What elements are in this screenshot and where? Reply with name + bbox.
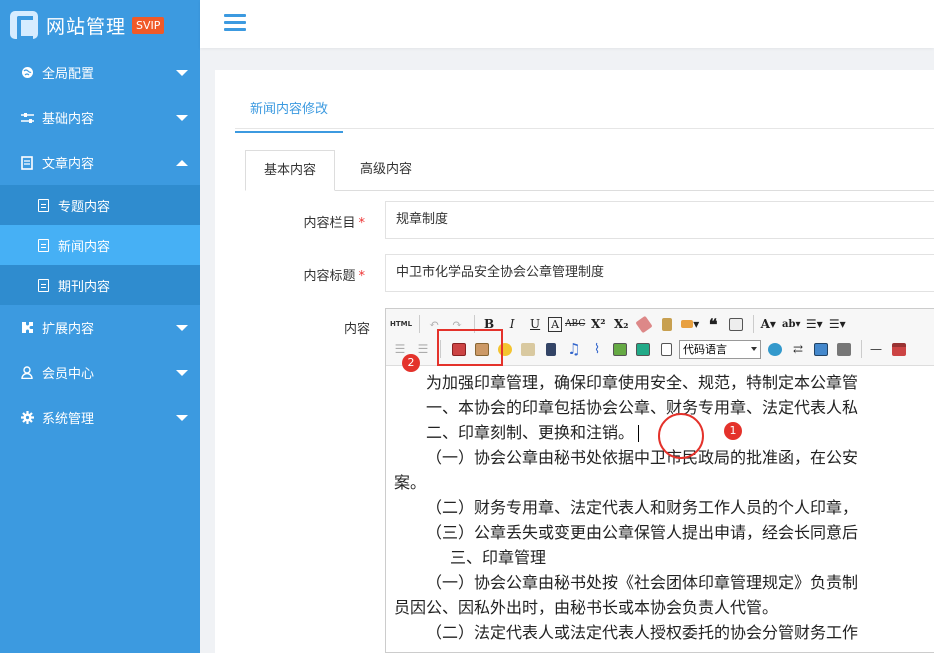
document-icon xyxy=(20,155,34,170)
file-icon xyxy=(38,278,49,292)
caret-down-icon xyxy=(176,325,188,331)
sidebar-subitem-label: 专题内容 xyxy=(58,199,111,215)
title-label: 内容标题 * xyxy=(303,269,365,284)
svip-badge: SVIP xyxy=(132,16,165,34)
sidebar-subitem-journal[interactable]: 期刊内容 xyxy=(0,265,200,305)
map-icon[interactable] xyxy=(610,339,630,359)
caret-down-icon xyxy=(176,115,188,121)
sidebar-item-label: 会员中心 xyxy=(42,367,95,382)
insert-code-icon[interactable] xyxy=(656,339,676,359)
tab-divider xyxy=(235,128,934,129)
sidebar-item-label: 系统管理 xyxy=(42,412,95,427)
underline-icon[interactable]: U xyxy=(525,314,545,334)
annotation-highlight-circle xyxy=(658,413,704,459)
sidebar-item-extension-content[interactable]: 扩展内容 xyxy=(0,305,200,350)
content-line: 为加强印章管理，确保印章使用安全、规范，特制定本公章管 xyxy=(426,373,859,392)
content-line: 员因公、因私外出时，由秘书长或本协会负责人代管。 xyxy=(394,598,779,617)
paste-text-icon[interactable] xyxy=(726,314,746,334)
frame-icon[interactable] xyxy=(633,339,653,359)
unordered-list-icon[interactable]: ☰▾ xyxy=(827,314,847,334)
date-icon[interactable] xyxy=(889,339,909,359)
brand-title: 网站管理 xyxy=(46,15,127,38)
strikethrough-icon[interactable]: ABC xyxy=(565,314,585,334)
sidebar: 网站管理 SVIP 全局配置 基础内容 文章内容 专题内容 新闻内容 期刊内容 … xyxy=(0,0,200,653)
logo-icon xyxy=(10,11,38,40)
sidebar-subitem-label: 期刊内容 xyxy=(58,279,111,295)
content-line: 一、本协会的印章包括协会公章、财务专用章、法定代表人私 xyxy=(426,398,859,417)
caret-down-icon xyxy=(176,370,188,376)
text-cursor xyxy=(638,425,640,442)
sidebar-item-basic-content[interactable]: 基础内容 xyxy=(0,95,200,140)
article-submenu: 专题内容 新闻内容 期刊内容 xyxy=(0,185,200,305)
annotation-marker-2: 2 xyxy=(402,354,420,372)
italic-icon[interactable]: I xyxy=(502,314,522,334)
template-icon[interactable] xyxy=(811,339,831,359)
content-line: （一）协会公章由秘书处按《社会团体印章管理规定》负责制 xyxy=(426,573,859,592)
content-line: 案。 xyxy=(394,473,427,492)
user-icon xyxy=(20,366,34,380)
background-color-icon[interactable]: ab▾ xyxy=(781,314,801,334)
globe-icon xyxy=(20,66,34,80)
annotation-highlight-box xyxy=(437,329,503,366)
sidebar-subitem-news[interactable]: 新闻内容 xyxy=(0,225,200,265)
sidebar-item-system-management[interactable]: 系统管理 xyxy=(0,395,200,440)
content-line: 三、印章管理 xyxy=(450,548,547,567)
sidebar-item-label: 全局配置 xyxy=(42,67,95,82)
tab-advanced-content[interactable]: 高级内容 xyxy=(342,150,430,191)
ordered-list-icon[interactable]: ☰▾ xyxy=(804,314,824,334)
sidebar-item-label: 文章内容 xyxy=(42,157,95,172)
sidebar-item-member-center[interactable]: 会员中心 xyxy=(0,350,200,395)
anchor-icon[interactable]: ⇄ xyxy=(788,339,808,359)
tab-basic-content[interactable]: 基本内容 xyxy=(245,150,336,191)
sidebar-menu: 全局配置 基础内容 文章内容 专题内容 新闻内容 期刊内容 扩展内容 会员中心 … xyxy=(0,50,200,440)
column-select[interactable]: 规章制度 xyxy=(385,201,934,239)
caret-down-icon xyxy=(176,70,188,76)
subtab-bar: 基本内容 高级内容 xyxy=(245,150,934,191)
blockquote-icon[interactable]: ❝ xyxy=(703,314,723,334)
content-label: 内容 xyxy=(343,322,370,337)
subscript-icon[interactable]: X₂ xyxy=(611,314,631,334)
font-border-icon[interactable]: A xyxy=(548,316,563,332)
sliders-icon xyxy=(20,111,34,125)
superscript-icon[interactable]: X² xyxy=(588,314,608,334)
attachment-icon[interactable]: ⌇ xyxy=(587,339,607,359)
sidebar-item-label: 基础内容 xyxy=(42,112,95,127)
column-label: 内容栏目 * xyxy=(303,216,365,231)
auto-format-icon[interactable]: ▾ xyxy=(680,314,700,334)
content-line: （二）法定代表人或法定代表人授权委托的协会分管财务工作 xyxy=(426,623,859,642)
top-bar xyxy=(200,0,934,48)
background-icon[interactable] xyxy=(834,339,854,359)
editor-content[interactable]: 为加强印章管理，确保印章使用安全、规范，特制定本公章管 一、本协会的印章包括协会… xyxy=(386,366,934,645)
format-brush-icon[interactable] xyxy=(657,314,677,334)
brand: 网站管理 SVIP xyxy=(0,0,200,50)
eraser-icon[interactable] xyxy=(634,314,654,334)
main-panel: 新闻内容修改 基本内容 高级内容 内容栏目 * 规章制度 内容标题 * 中卫市化学品… xyxy=(215,70,934,653)
code-language-select[interactable]: 代码语言 xyxy=(679,339,761,359)
content-line: （三）公章丢失或变更由公章保管人提出申请，经会长同意后 xyxy=(426,523,859,542)
sidebar-item-article-content[interactable]: 文章内容 xyxy=(0,140,200,185)
caret-down-icon xyxy=(176,415,188,421)
sidebar-item-global-config[interactable]: 全局配置 xyxy=(0,50,200,95)
html-source-button[interactable]: HTML xyxy=(390,314,412,334)
page-break-icon[interactable] xyxy=(765,339,785,359)
gear-icon xyxy=(20,411,34,425)
scrawl-icon[interactable] xyxy=(518,339,538,359)
font-color-icon[interactable]: A▾ xyxy=(758,314,778,334)
sidebar-item-label: 扩展内容 xyxy=(42,322,95,337)
annotation-marker-1: 1 xyxy=(724,422,742,440)
menu-toggle-icon[interactable] xyxy=(224,14,246,32)
puzzle-icon xyxy=(20,321,34,335)
music-icon[interactable]: ♫ xyxy=(564,339,584,359)
file-icon xyxy=(38,238,49,252)
caret-up-icon xyxy=(176,160,188,166)
sidebar-subitem-label: 新闻内容 xyxy=(58,239,111,255)
file-icon xyxy=(38,198,49,212)
content-line: （二）财务专用章、法定代表人和财务工作人员的个人印章， xyxy=(426,498,859,517)
horizontal-rule-icon[interactable]: — xyxy=(866,339,886,359)
video-icon[interactable] xyxy=(541,339,561,359)
title-input[interactable]: 中卫市化学品安全协会公章管理制度 xyxy=(385,254,934,292)
sidebar-subitem-topic[interactable]: 专题内容 xyxy=(0,185,200,225)
